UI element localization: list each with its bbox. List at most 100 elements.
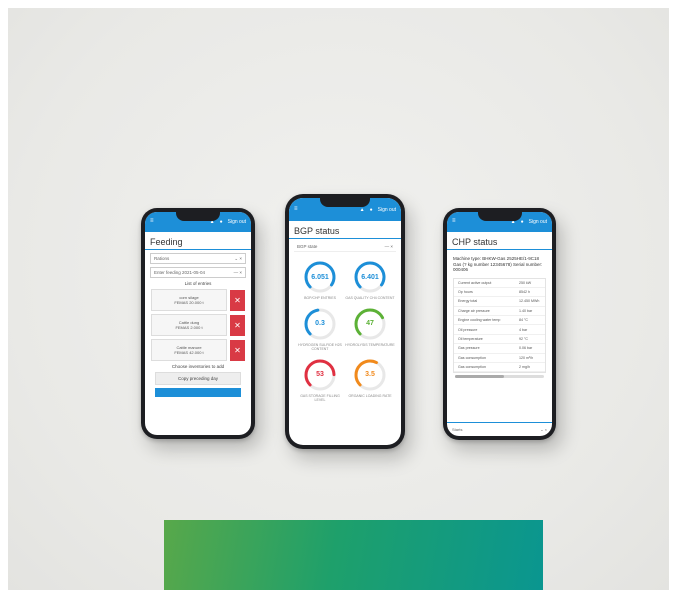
choose-inventories-label: Choose inventories to add: [171, 364, 225, 369]
bell-icon[interactable]: ▲: [360, 207, 365, 213]
row-value: 2 mg/h: [519, 365, 530, 370]
phone-chp: ≡ ▲ ● Sign out CHP status Machine type: …: [443, 208, 556, 440]
row-label: Oil temperature: [458, 336, 483, 341]
bgp-state-panel-header[interactable]: BGP state — ×: [294, 242, 396, 252]
table-row: Engine cooling water temp 84 °C: [454, 316, 545, 326]
list-item: Cattle dung FEMAS 2.000 t ✕: [151, 314, 245, 336]
save-button[interactable]: [155, 388, 241, 397]
menu-icon[interactable]: ≡: [452, 218, 456, 224]
phone-notch: [176, 212, 220, 221]
row-value: 120 m³/h: [519, 355, 534, 360]
close-icon: ✕: [234, 320, 241, 330]
horizontal-scrollbar[interactable]: [455, 375, 544, 379]
delete-button[interactable]: ✕: [230, 314, 245, 336]
user-icon[interactable]: ●: [370, 207, 373, 213]
bgp-screen: ≡ ▲ ● Sign out BGP status BGP state — × …: [289, 198, 401, 445]
row-value: 250 kW: [519, 280, 532, 285]
feeding-date-select[interactable]: Enter feeding 2021-05-04 — ×: [150, 267, 246, 278]
feed-entry-value: FEMAS 20.000 t: [174, 300, 204, 305]
table-row: Energy total 12.450 MWh: [454, 297, 545, 307]
gauge-value: 6.401: [361, 273, 379, 281]
chevron-down-icon: ⌄ ×: [540, 427, 547, 432]
row-value: 12.450 MWh: [519, 299, 540, 304]
row-label: Charge air pressure: [458, 308, 490, 313]
product-photo-backdrop: ≡ ▲ ● Sign out Feeding Rations ⌄ × Enter…: [8, 8, 669, 590]
user-icon[interactable]: ●: [220, 219, 223, 225]
table-row: Current active output 250 kW: [454, 279, 545, 288]
starts-select-value: Starts: [452, 427, 463, 432]
gauge-label: BGP/CHP ENTRIES: [304, 296, 336, 300]
menu-icon[interactable]: ≡: [294, 206, 298, 212]
brand-gradient-banner: [164, 520, 543, 590]
row-label: Gas pressure: [458, 346, 480, 351]
menu-icon[interactable]: ≡: [150, 218, 154, 224]
row-label: Op hours: [458, 290, 473, 295]
gauge-dial: 6.051: [303, 260, 337, 294]
row-value: 8542 h: [519, 290, 530, 295]
list-header: List of entries: [184, 281, 212, 286]
gauge-value: 0.3: [315, 320, 325, 327]
chevron-down-icon: — ×: [233, 270, 242, 275]
row-value: 1.40 bar: [519, 308, 533, 313]
page-title: CHP status: [447, 232, 552, 250]
bgp-state-label: BGP state: [297, 244, 318, 249]
gauge-card[interactable]: 0.3 HYDROGEN SULFIDE H2S CONTENT: [295, 307, 345, 352]
gauge-card[interactable]: 3.5 ORGANIC LOADING RATE: [345, 358, 395, 403]
gauge-card[interactable]: 6.051 BGP/CHP ENTRIES: [295, 260, 345, 301]
signout-button[interactable]: Sign out: [378, 207, 396, 213]
row-value: 84 °C: [519, 318, 529, 323]
feed-entry[interactable]: Cattle dung FEMAS 2.000 t: [151, 314, 227, 336]
row-label: Engine cooling water temp: [458, 318, 501, 323]
chp-screen: ≡ ▲ ● Sign out CHP status Machine type: …: [447, 212, 552, 436]
close-icon: ✕: [234, 345, 241, 355]
table-row: Op hours 8542 h: [454, 288, 545, 298]
rations-select-value: Rations: [154, 256, 170, 261]
row-label: Gas consumption: [458, 355, 486, 360]
collapse-icon: — ×: [384, 244, 393, 249]
copy-preceding-day-button[interactable]: Copy preceding day: [155, 372, 241, 385]
gauge-card[interactable]: 47 HYDROLYSIS TEMPERATURE: [345, 307, 395, 352]
table-row: Charge air pressure 1.40 bar: [454, 307, 545, 316]
feed-entry[interactable]: Cattle manure FEMAS 42.000 t: [151, 339, 227, 361]
delete-button[interactable]: ✕: [230, 289, 245, 311]
feeding-screen: ≡ ▲ ● Sign out Feeding Rations ⌄ × Enter…: [145, 212, 251, 435]
gauge-dial: 53: [303, 358, 337, 392]
user-icon[interactable]: ●: [521, 219, 524, 225]
signout-button[interactable]: Sign out: [228, 219, 246, 225]
table-row: Gas pressure 0.06 bar: [454, 344, 545, 354]
table-row: Oil temperature 92 °C: [454, 335, 545, 345]
row-label: Oil pressure: [458, 327, 478, 332]
row-value: 0.06 bar: [519, 346, 533, 351]
gauge-dial: 47: [353, 307, 387, 341]
gauge-card[interactable]: 53 GAS STORAGE FILLING LEVEL: [295, 358, 345, 403]
rations-select[interactable]: Rations ⌄ ×: [150, 253, 246, 264]
phone-notch: [477, 212, 522, 221]
signout-button[interactable]: Sign out: [529, 219, 547, 225]
gauge-label: HYDROGEN SULFIDE H2S CONTENT: [298, 342, 342, 352]
gauge-grid: 6.051 BGP/CHP ENTRIES 6.401 GAS QUALITY CH4…: [289, 255, 401, 403]
feed-entry[interactable]: corn silage FEMAS 20.000 t: [151, 289, 227, 311]
row-label: Energy total: [458, 299, 478, 304]
row-label: Gas consumption: [458, 365, 486, 370]
page-title: Feeding: [145, 232, 251, 250]
gauge-label: GAS QUALITY CH4 CONTENT: [345, 296, 395, 300]
phone-notch: [320, 198, 370, 207]
gauge-value: 3.5: [365, 371, 375, 378]
gauge-label: GAS STORAGE FILLING LEVEL: [300, 393, 340, 403]
gauge-value: 6.051: [311, 273, 329, 281]
table-row: Oil pressure 4 bar: [454, 325, 545, 335]
gauge-value: 53: [316, 371, 324, 378]
phone-feeding: ≡ ▲ ● Sign out Feeding Rations ⌄ × Enter…: [141, 208, 255, 439]
gauge-card[interactable]: 6.401 GAS QUALITY CH4 CONTENT: [345, 260, 395, 301]
row-label: Current active output: [458, 280, 492, 285]
gauge-dial: 6.401: [353, 260, 387, 294]
gauge-dial: 3.5: [353, 358, 387, 392]
gauge-label: HYDROLYSIS TEMPERATURE: [345, 342, 395, 347]
gauge-value: 47: [366, 320, 374, 327]
list-item: corn silage FEMAS 20.000 t ✕: [151, 289, 245, 311]
phone-bgp: ≡ ▲ ● Sign out BGP status BGP state — × …: [285, 194, 405, 449]
delete-button[interactable]: ✕: [230, 339, 245, 361]
starts-select[interactable]: Starts ⌄ ×: [447, 422, 552, 436]
chp-values-table: Current active output 250 kW Op hours 8542 …: [453, 277, 546, 374]
table-row: Gas consumption 120 m³/h: [454, 354, 545, 363]
